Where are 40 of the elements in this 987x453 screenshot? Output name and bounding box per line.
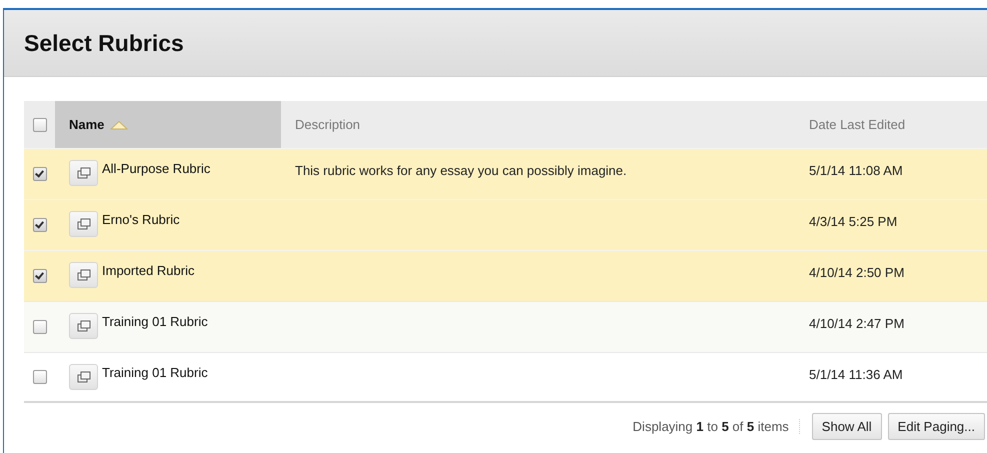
checkbox[interactable] (32, 118, 46, 132)
checkbox[interactable] (32, 218, 46, 232)
table-row[interactable]: Training 01 Rubric 5/1/14 11:36 AM (24, 352, 987, 403)
table-cell: This rubric works for any essay you can possibly imagine. (295, 163, 627, 178)
table-cell: 4/10/14 2:50 PM (809, 265, 904, 280)
table-row[interactable]: Erno's Rubric 4/3/14 5:25 PM (24, 199, 987, 250)
rubric-name[interactable]: All-Purpose Rubric (102, 161, 210, 176)
page-title: Select Rubrics (24, 30, 184, 56)
paging-summary: Displaying 1 to 5 of 5 items (632, 419, 800, 434)
column-header[interactable]: Description (281, 101, 795, 148)
windows-icon (76, 269, 90, 281)
rubric-name[interactable]: Training 01 Rubric (102, 314, 208, 329)
preview-button[interactable] (69, 211, 98, 237)
preview-button[interactable] (69, 262, 98, 288)
column-header[interactable]: Name (55, 101, 281, 148)
checkbox[interactable] (32, 370, 46, 384)
table-row[interactable]: Training 01 Rubric 4/10/14 2:47 PM (24, 301, 987, 352)
table-cell: 4/3/14 5:25 PM (809, 214, 898, 229)
checkbox[interactable] (32, 320, 46, 334)
table-cell: 5/1/14 11:08 AM (809, 163, 903, 178)
table-cell: 4/10/14 2:47 PM (809, 316, 904, 331)
paging-button[interactable]: Show All (812, 413, 882, 440)
paging-button[interactable]: Edit Paging... (888, 413, 985, 440)
checkbox[interactable] (32, 269, 46, 283)
windows-icon (76, 218, 90, 230)
table-cell: 5/1/14 11:36 AM (809, 367, 903, 382)
preview-button[interactable] (69, 313, 98, 339)
windows-icon (76, 320, 90, 332)
column-header[interactable]: Date Last Edited (795, 101, 987, 148)
rubric-name[interactable]: Training 01 Rubric (102, 365, 208, 380)
rubric-name[interactable]: Imported Rubric (102, 263, 194, 278)
preview-button[interactable] (69, 364, 98, 390)
sort-ascending-icon (110, 120, 128, 130)
checkbox[interactable] (32, 167, 46, 181)
rubric-name[interactable]: Erno's Rubric (102, 212, 180, 227)
windows-icon (76, 371, 90, 383)
preview-button[interactable] (69, 160, 98, 186)
windows-icon (76, 167, 90, 179)
table-row[interactable]: All-Purpose Rubric This rubric works for any essay you can possibly imagine. 5/1/14 11:08 AM (24, 148, 987, 199)
table-row[interactable]: Imported Rubric 4/10/14 2:50 PM (24, 250, 987, 301)
